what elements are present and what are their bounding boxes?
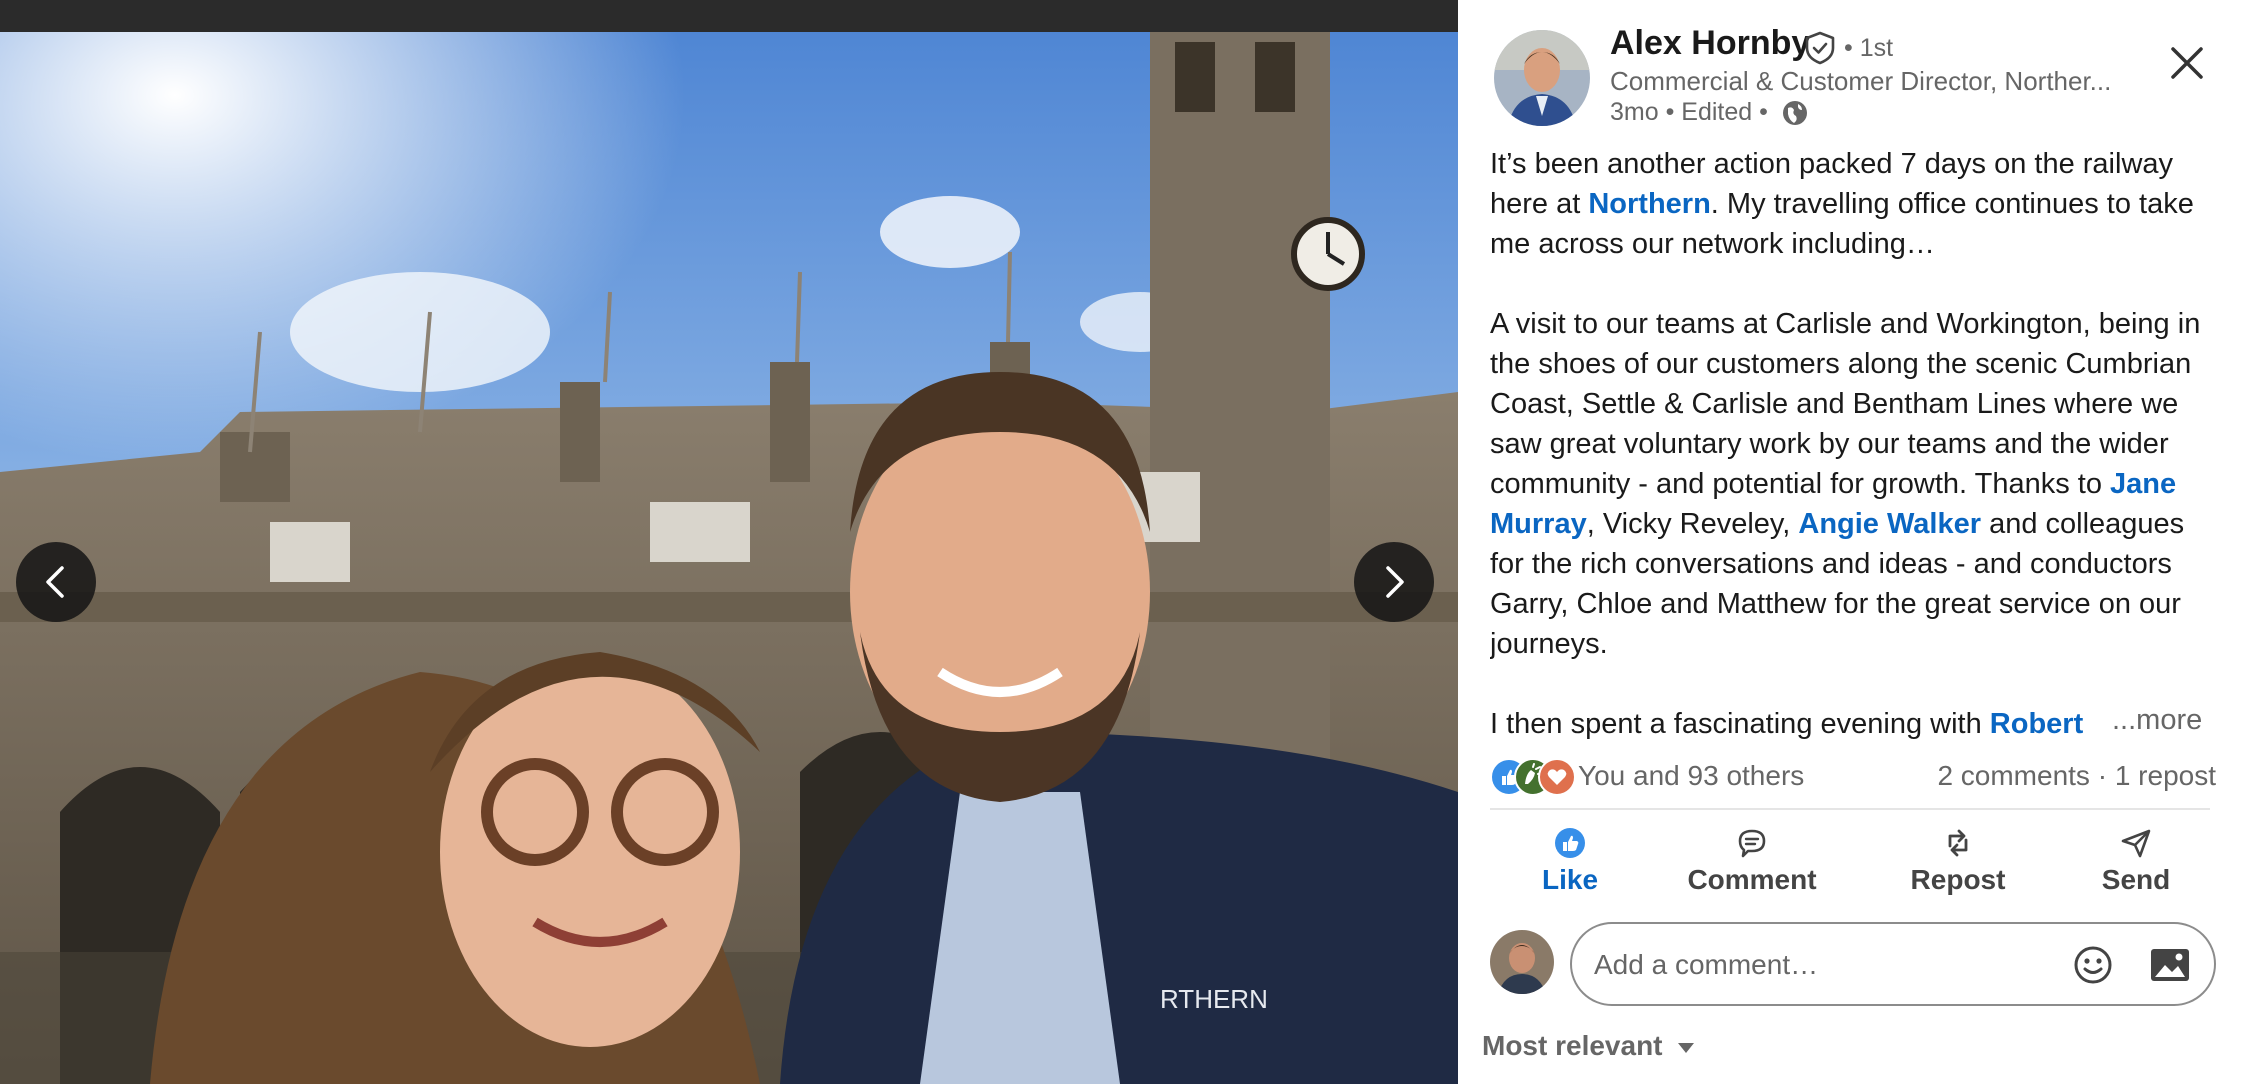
post-image: RTHERN [0, 32, 1458, 1084]
love-icon [1538, 758, 1576, 796]
post-text-run: , Vicky Reveley, [1586, 508, 1799, 540]
repost-label: Repost [1910, 864, 2006, 895]
chevron-left-icon [46, 566, 64, 598]
caret-down-icon [1678, 1042, 1695, 1053]
author-avatar[interactable] [1494, 30, 1590, 126]
post-paragraph: A visit to our teams at Carlisle and Wor… [1490, 304, 2225, 664]
jacket-logo-text: RTHERN [1160, 984, 1268, 1014]
verified-shield-icon [1805, 31, 1835, 65]
globe-icon [1783, 101, 1807, 125]
connection-degree: • 1st [1844, 34, 1894, 62]
close-icon[interactable] [2164, 40, 2210, 86]
send-label: Send [2101, 864, 2171, 895]
post-text-run: A visit to our teams at Carlisle and Wor… [1490, 308, 2201, 500]
comment-button[interactable]: Comment [1672, 826, 1832, 896]
like-label: Like [1541, 864, 1599, 895]
mention-link[interactable]: Northern [1588, 188, 1710, 220]
divider [1490, 808, 2210, 810]
post-detail-panel: Alex Hornby • 1st Commercial & Customer … [1458, 0, 2242, 1084]
repost-icon [1948, 829, 1968, 857]
repost-button[interactable]: Repost [1878, 826, 2038, 896]
see-more-link[interactable]: ...more [2098, 704, 2203, 737]
emoji-icon[interactable] [2072, 944, 2114, 986]
like-button[interactable]: Like [1490, 826, 1650, 896]
comment-label: Comment [1687, 864, 1817, 895]
like-icon [1555, 828, 1585, 858]
author-name[interactable]: Alex Hornby [1610, 24, 1810, 63]
mention-link[interactable]: Robert [1990, 708, 2083, 740]
comment-sort-dropdown[interactable]: Most relevant [1482, 1030, 1696, 1062]
post-text-run: I then spent a fascinating evening with [1490, 708, 1990, 740]
author-headline: Commercial & Customer Director, Norther.… [1610, 66, 2112, 96]
image-icon[interactable] [2148, 944, 2192, 986]
comment-box [1570, 922, 2216, 1006]
viewer-top-bar [0, 0, 1458, 32]
current-user-avatar[interactable] [1490, 930, 1554, 994]
post-body: It’s been another action packed 7 days o… [1490, 144, 2225, 744]
sort-label: Most relevant [1482, 1030, 1663, 1061]
send-icon [2121, 829, 2151, 858]
previous-image-button[interactable] [16, 542, 96, 622]
mention-link[interactable]: Angie Walker [1798, 508, 1981, 540]
comments-reposts-count[interactable]: 2 comments · 1 repost [1937, 760, 2216, 792]
comment-input[interactable] [1592, 942, 2056, 988]
next-image-button[interactable] [1354, 542, 1434, 622]
photo-illustration: RTHERN [0, 32, 1458, 1084]
chevron-right-icon [1386, 566, 1404, 598]
reaction-count[interactable]: You and 93 others [1578, 760, 1804, 792]
post-meta: 3mo • Edited • [1610, 98, 1768, 126]
post-paragraph: It’s been another action packed 7 days o… [1490, 144, 2225, 264]
comment-icon [1738, 829, 1766, 858]
send-button[interactable]: Send [2056, 826, 2216, 896]
